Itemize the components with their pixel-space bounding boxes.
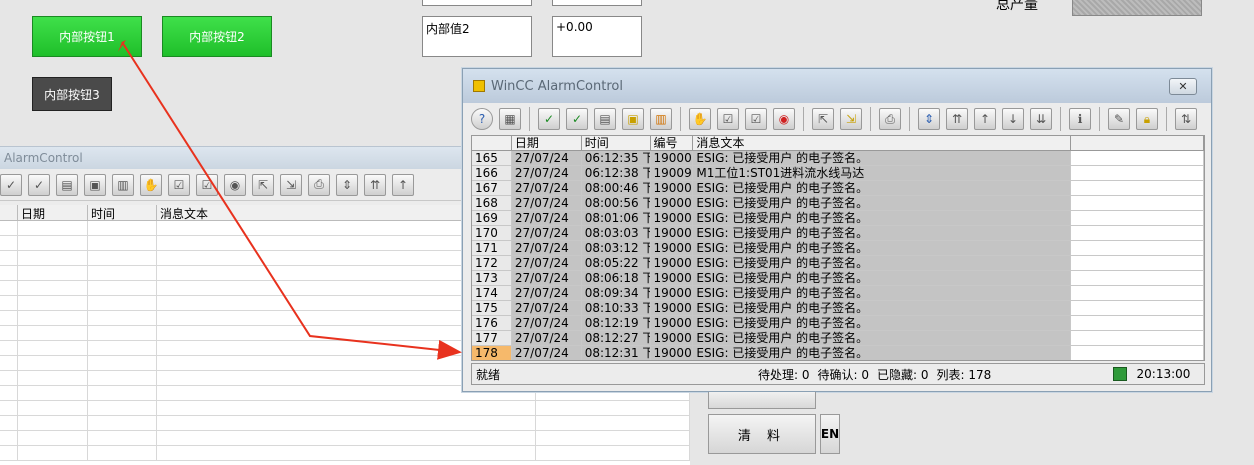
annotation-arrow (118, 40, 462, 360)
